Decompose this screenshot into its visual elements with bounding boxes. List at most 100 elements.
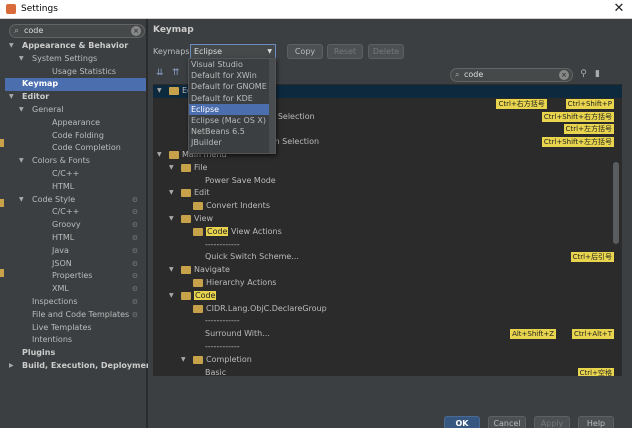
keymap-tree-row[interactable]: Quick Switch Scheme... Ctrl+后引号 (153, 251, 622, 264)
keymaps-label: Keymaps: (153, 47, 193, 56)
sidebar-item-label: Inspections (32, 296, 78, 306)
sidebar-item[interactable]: ▼ Code Style ⚙ (5, 194, 146, 207)
cancel-button[interactable]: Cancel (488, 416, 526, 428)
help-button[interactable]: Help (578, 416, 614, 428)
chevron-down-icon[interactable]: ▼ (181, 354, 186, 367)
chevron-down-icon[interactable]: ▼ (19, 155, 24, 168)
keymap-tree-row[interactable]: ------------ (153, 239, 622, 252)
sidebar-item[interactable]: C/C++ (5, 168, 146, 181)
chevron-down-icon[interactable]: ▼ (19, 194, 24, 207)
collapse-all-icon[interactable]: ⇈ (172, 68, 180, 78)
keymap-action-label: Basic (205, 367, 226, 376)
ok-button[interactable]: OK (444, 416, 480, 428)
settings-search-input[interactable]: ⌕ code × (9, 24, 145, 38)
keymap-option[interactable]: Default for GNOME (189, 81, 275, 92)
sidebar-item[interactable]: Code Completion (5, 142, 146, 155)
keymap-tree-row[interactable]: ▼ Code (153, 290, 622, 303)
keymap-action-label: Power Save Mode (205, 175, 276, 188)
delete-button[interactable]: Delete (368, 44, 404, 59)
settings-icon: ⚙ (131, 233, 138, 242)
sidebar-item[interactable]: HTML (5, 181, 146, 194)
keymap-action-text: ------------ (205, 342, 240, 351)
sidebar-item[interactable]: HTML ⚙ (5, 232, 146, 245)
keymap-action-text: Basic (205, 367, 227, 376)
clear-icon[interactable]: × (559, 70, 569, 80)
chevron-down-icon[interactable]: ▼ (19, 104, 24, 117)
dropdown-scrollbar[interactable] (269, 59, 275, 153)
keymap-select-value: Eclipse (194, 47, 223, 56)
sidebar-item[interactable]: ▼ Editor (5, 91, 146, 104)
keymap-tree-row[interactable]: Code View Actions (153, 226, 622, 239)
keymap-tree-row[interactable]: ------------ (153, 341, 622, 354)
sidebar-item[interactable]: JSON ⚙ (5, 258, 146, 271)
sidebar-item[interactable]: Inspections ⚙ (5, 296, 146, 309)
chevron-right-icon[interactable]: ▶ (9, 360, 14, 373)
sidebar-item[interactable]: XML ⚙ (5, 283, 146, 296)
keymap-tree-row[interactable]: ------------ (153, 315, 622, 328)
keymap-option[interactable]: Eclipse (Mac OS X) (189, 115, 275, 126)
delete-icon[interactable]: ▮ (592, 69, 603, 80)
keymap-tree-row[interactable]: Hierarchy Actions (153, 277, 622, 290)
clear-icon[interactable]: × (131, 26, 141, 36)
sidebar-item[interactable]: Usage Statistics (5, 66, 146, 79)
sidebar-item[interactable]: ▼ Appearance & Behavior (5, 40, 146, 53)
chevron-down-icon[interactable]: ▼ (169, 290, 174, 303)
copy-button[interactable]: Copy (287, 44, 323, 59)
reset-button[interactable]: Reset (327, 44, 363, 59)
chevron-down-icon[interactable]: ▼ (19, 53, 24, 66)
sidebar-item[interactable]: Groovy ⚙ (5, 219, 146, 232)
chevron-down-icon[interactable]: ▼ (157, 85, 162, 98)
keymap-option[interactable]: JBuilder (189, 137, 275, 148)
keymap-tree-row[interactable]: ▼ Completion (153, 354, 622, 367)
expand-all-icon[interactable]: ⇊ (156, 68, 164, 78)
shortcut-badge: Ctrl+后引号 (570, 252, 614, 263)
sidebar-item[interactable]: Appearance (5, 117, 146, 130)
chevron-down-icon[interactable]: ▼ (169, 264, 174, 277)
keymap-tree-row[interactable]: ▼ Edit (153, 187, 622, 200)
keymap-tree-row[interactable]: Basic Ctrl+空格 (153, 367, 622, 376)
keymap-tree-row[interactable]: ▼ Navigate (153, 264, 622, 277)
keymap-option[interactable]: Eclipse (189, 103, 275, 115)
keymap-action-text: Convert Indents (206, 201, 270, 211)
apply-button[interactable]: Apply (534, 416, 570, 428)
sidebar-item[interactable]: Keymap (5, 78, 146, 92)
keymap-tree-row[interactable]: Surround With... Ctrl+Alt+T Alt+Shift+Z (153, 328, 622, 341)
keymap-option[interactable]: Default for KDE (189, 93, 275, 104)
sidebar-item[interactable]: ▼ General (5, 104, 146, 117)
keymap-tree-row[interactable]: ▼ File (153, 162, 622, 175)
chevron-down-icon[interactable]: ▼ (267, 48, 272, 55)
keymap-filter-input[interactable]: ⌕ code × (450, 68, 573, 82)
keymap-option[interactable]: Default for XWin (189, 70, 275, 81)
sidebar-item[interactable]: C/C++ ⚙ (5, 206, 146, 219)
chevron-down-icon[interactable]: ▼ (9, 91, 14, 104)
folder-icon (181, 266, 191, 275)
sidebar-item[interactable]: Intentions (5, 334, 146, 347)
sidebar-item[interactable]: Code Folding (5, 130, 146, 143)
keymap-tree-row[interactable]: Convert Indents (153, 200, 622, 213)
sidebar-item[interactable]: Java ⚙ (5, 245, 146, 258)
sidebar-item[interactable]: Live Templates (5, 322, 146, 335)
folder-icon (193, 304, 203, 313)
sidebar-item[interactable]: File and Code Templates ⚙ (5, 309, 146, 322)
sidebar-item[interactable]: ▼ System Settings (5, 53, 146, 66)
chevron-down-icon[interactable]: ▼ (169, 187, 174, 200)
keymap-select[interactable]: Eclipse ▼ (190, 44, 276, 59)
sidebar-item[interactable]: Plugins (5, 347, 146, 360)
close-icon[interactable]: ✕ (612, 1, 626, 17)
find-shortcut-icon[interactable]: ⚲ (578, 69, 589, 80)
chevron-down-icon[interactable]: ▼ (169, 213, 174, 226)
chevron-down-icon[interactable]: ▼ (9, 40, 14, 53)
sidebar-item-label: Keymap (22, 79, 59, 89)
chevron-down-icon[interactable]: ▼ (169, 162, 174, 175)
keymap-option[interactable]: NetBeans 6.5 (189, 126, 275, 137)
sidebar-item[interactable]: ▼ Colors & Fonts (5, 155, 146, 168)
keymap-tree-row[interactable]: CIDR.Lang.ObjC.DeclareGroup (153, 303, 622, 316)
keymap-option[interactable]: Visual Studio (189, 59, 275, 70)
chevron-down-icon[interactable]: ▼ (157, 149, 162, 162)
filter-value[interactable]: code (464, 70, 483, 79)
sidebar-item[interactable]: Properties ⚙ (5, 270, 146, 283)
sidebar-item[interactable]: ▶ Build, Execution, Deployment (5, 360, 155, 373)
keymap-tree-row[interactable]: ▼ View (153, 213, 622, 226)
search-value[interactable]: code (24, 26, 43, 35)
keymap-tree-row[interactable]: Power Save Mode (153, 175, 622, 188)
